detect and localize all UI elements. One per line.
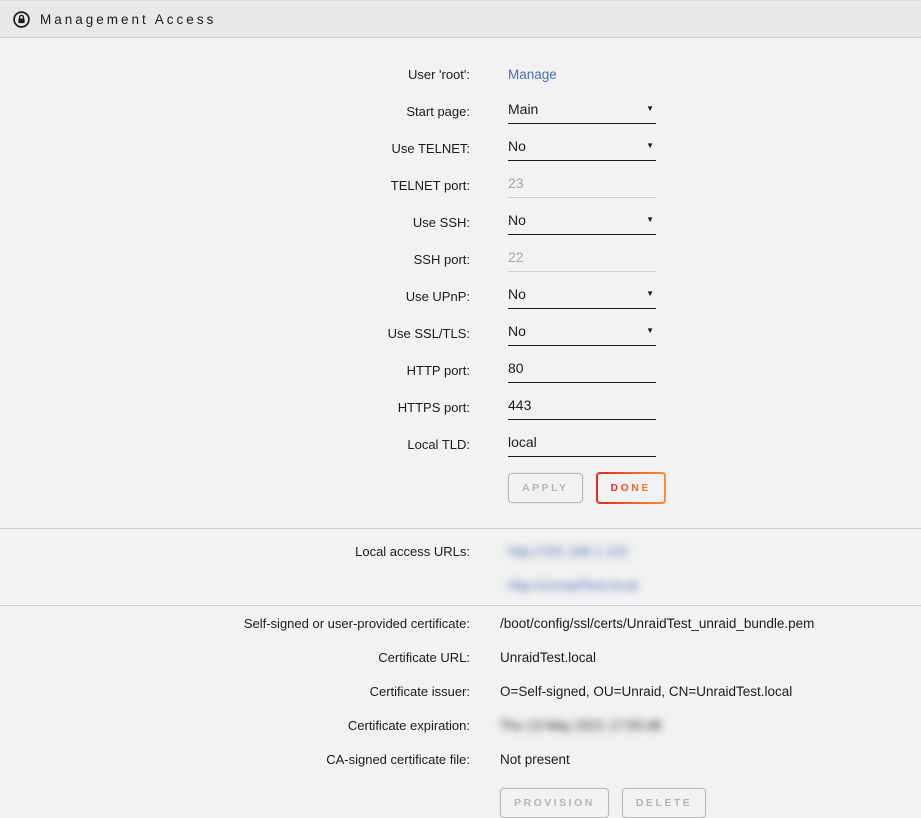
self-signed-cert-label: Self-signed or user-provided certificate…: [0, 616, 470, 631]
done-button[interactable]: DONE: [596, 472, 666, 504]
use-ssl-value: No: [508, 323, 526, 339]
form-row-ssh-port: SSH port:: [0, 241, 921, 278]
manage-root-link[interactable]: Manage: [508, 67, 557, 82]
self-signed-cert-value: /boot/config/ssl/certs/UnraidTest_unraid…: [500, 616, 921, 631]
certificate-section: Self-signed or user-provided certificate…: [0, 606, 921, 818]
local-access-section: Local access URLs: http://192.168.1.102 …: [0, 529, 921, 605]
certificate-url-label: Certificate URL:: [0, 650, 470, 665]
form-row-local-tld: Local TLD:: [0, 426, 921, 463]
use-telnet-select[interactable]: No ▼: [508, 136, 656, 161]
http-port-input[interactable]: [508, 358, 656, 383]
use-telnet-label: Use TELNET:: [0, 141, 470, 156]
cert-row-expiration: Certificate expiration: Thu 13 May 2021 …: [0, 708, 921, 742]
management-form: User 'root': Manage Start page: Main ▼ U…: [0, 38, 921, 528]
user-root-label: User 'root':: [0, 67, 470, 82]
local-access-url-hostname[interactable]: http://UnraidTest.local: [508, 578, 638, 593]
done-button-label: DONE: [611, 482, 651, 494]
form-row-user-root: User 'root': Manage: [0, 56, 921, 93]
ca-signed-cert-label: CA-signed certificate file:: [0, 752, 470, 767]
start-page-label: Start page:: [0, 104, 470, 119]
use-upnp-label: Use UPnP:: [0, 289, 470, 304]
form-row-use-ssh: Use SSH: No ▼: [0, 204, 921, 241]
local-tld-input[interactable]: [508, 432, 656, 457]
ssh-port-label: SSH port:: [0, 252, 470, 267]
form-row-start-page: Start page: Main ▼: [0, 93, 921, 130]
delete-button[interactable]: DELETE: [622, 788, 706, 818]
management-access-header: Management Access: [0, 0, 921, 38]
certificate-url-value: UnraidTest.local: [500, 650, 921, 665]
local-access-row: Local access URLs: http://192.168.1.102: [0, 534, 921, 568]
chevron-down-icon: ▼: [646, 105, 654, 113]
start-page-value: Main: [508, 101, 538, 117]
form-row-http-port: HTTP port:: [0, 352, 921, 389]
provision-button[interactable]: PROVISION: [500, 788, 609, 818]
lock-circle-icon: [13, 11, 30, 28]
form-row-use-telnet: Use TELNET: No ▼: [0, 130, 921, 167]
form-row-use-ssl: Use SSL/TLS: No ▼: [0, 315, 921, 352]
local-access-row: http://UnraidTest.local: [0, 568, 921, 602]
cert-row-issuer: Certificate issuer: O=Self-signed, OU=Un…: [0, 674, 921, 708]
use-upnp-value: No: [508, 286, 526, 302]
telnet-port-label: TELNET port:: [0, 178, 470, 193]
page-title: Management Access: [40, 12, 216, 27]
cert-row-ca-file: CA-signed certificate file: Not present: [0, 742, 921, 776]
telnet-port-input: [508, 173, 656, 198]
certificate-expiration-value: Thu 13 May 2021 17:55:48: [500, 718, 921, 733]
use-ssh-value: No: [508, 212, 526, 228]
start-page-select[interactable]: Main ▼: [508, 99, 656, 124]
apply-button[interactable]: APPLY: [508, 473, 583, 503]
https-port-input[interactable]: [508, 395, 656, 420]
chevron-down-icon: ▼: [646, 290, 654, 298]
form-row-telnet-port: TELNET port:: [0, 167, 921, 204]
certificate-issuer-value: O=Self-signed, OU=Unraid, CN=UnraidTest.…: [500, 684, 921, 699]
ca-signed-cert-value: Not present: [500, 752, 921, 767]
certificate-issuer-label: Certificate issuer:: [0, 684, 470, 699]
use-ssh-select[interactable]: No ▼: [508, 210, 656, 235]
form-row-use-upnp: Use UPnP: No ▼: [0, 278, 921, 315]
use-upnp-select[interactable]: No ▼: [508, 284, 656, 309]
ssh-port-input: [508, 247, 656, 272]
https-port-label: HTTPS port:: [0, 400, 470, 415]
use-telnet-value: No: [508, 138, 526, 154]
local-access-label: Local access URLs:: [0, 544, 470, 559]
cert-row-bundle: Self-signed or user-provided certificate…: [0, 606, 921, 640]
use-ssl-select[interactable]: No ▼: [508, 321, 656, 346]
chevron-down-icon: ▼: [646, 216, 654, 224]
chevron-down-icon: ▼: [646, 327, 654, 335]
certificate-actions: PROVISION DELETE: [0, 788, 921, 818]
use-ssh-label: Use SSH:: [0, 215, 470, 230]
http-port-label: HTTP port:: [0, 363, 470, 378]
use-ssl-label: Use SSL/TLS:: [0, 326, 470, 341]
local-access-url-ip[interactable]: http://192.168.1.102: [508, 544, 628, 559]
form-row-https-port: HTTPS port:: [0, 389, 921, 426]
chevron-down-icon: ▼: [646, 142, 654, 150]
form-actions: APPLY DONE: [0, 472, 921, 504]
cert-row-url: Certificate URL: UnraidTest.local: [0, 640, 921, 674]
certificate-expiration-label: Certificate expiration:: [0, 718, 470, 733]
local-tld-label: Local TLD:: [0, 437, 470, 452]
